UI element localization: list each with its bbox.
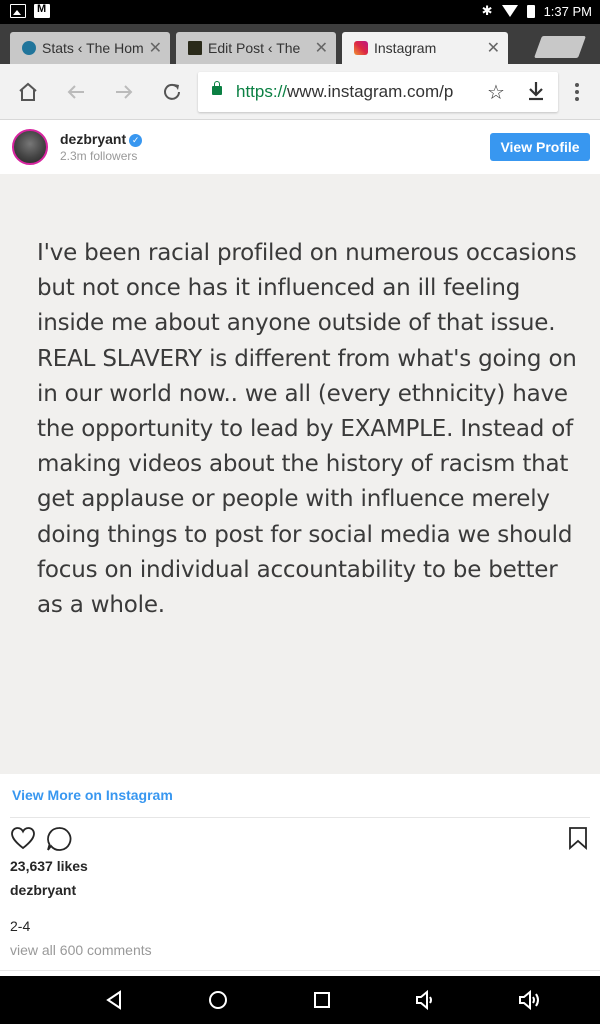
- nav-recents-icon[interactable]: [310, 988, 334, 1012]
- tab-instagram[interactable]: Instagram ✕: [342, 32, 508, 64]
- home-icon[interactable]: [16, 80, 40, 104]
- browser-toolbar: https://www.instagram.com/p ☆: [0, 64, 600, 120]
- more-menu-icon[interactable]: [565, 80, 589, 104]
- instagram-icon: [354, 41, 368, 55]
- gmail-icon: [34, 3, 50, 18]
- reload-icon[interactable]: [160, 80, 184, 104]
- verified-badge-icon: ✓: [129, 134, 143, 147]
- bookmark-star-icon[interactable]: ☆: [484, 80, 508, 105]
- divider: [10, 817, 590, 818]
- follower-count: 2.3m followers: [60, 149, 138, 163]
- back-icon[interactable]: [64, 80, 88, 104]
- site-favicon: [188, 41, 202, 55]
- address-bar[interactable]: https://www.instagram.com/p ☆: [198, 72, 558, 112]
- volume-up-icon[interactable]: [518, 988, 542, 1012]
- wifi-icon: [501, 5, 518, 17]
- tab-title: Instagram: [374, 40, 437, 56]
- username[interactable]: dezbryant: [60, 131, 126, 147]
- forward-icon[interactable]: [112, 80, 136, 104]
- close-icon[interactable]: ✕: [143, 38, 162, 58]
- download-icon[interactable]: [524, 80, 548, 108]
- post-image-text: I've been racial profiled on numerous oc…: [37, 240, 577, 619]
- url-text[interactable]: https://www.instagram.com/p: [236, 82, 476, 102]
- tab-edit-post[interactable]: Edit Post ‹ The ✕: [176, 32, 336, 64]
- bookmark-icon[interactable]: [568, 826, 588, 850]
- view-more-link[interactable]: View More on Instagram: [12, 787, 173, 803]
- view-profile-button[interactable]: View Profile: [490, 133, 590, 161]
- status-bar: ✱ 1:37 PM: [0, 0, 600, 24]
- new-tab-button[interactable]: [533, 36, 587, 58]
- comment-icon[interactable]: [46, 826, 72, 852]
- system-nav-bar: [0, 976, 600, 1024]
- post-header: dezbryant ✓ 2.3m followers View Profile: [0, 120, 600, 174]
- tab-title: Stats ‹ The Hom: [42, 40, 143, 56]
- image-icon: [10, 4, 26, 18]
- nav-home-icon[interactable]: [206, 988, 230, 1012]
- divider: [0, 970, 600, 971]
- tab-strip: Stats ‹ The Hom ✕ Edit Post ‹ The ✕ Inst…: [0, 24, 600, 64]
- post-date: 2-4: [10, 918, 31, 934]
- post-image[interactable]: I've been racial profiled on numerous oc…: [0, 174, 600, 774]
- battery-icon: [526, 4, 535, 18]
- bluetooth-icon: ✱: [481, 3, 493, 18]
- lock-icon: [212, 81, 222, 95]
- nav-back-icon[interactable]: [102, 988, 126, 1012]
- close-icon[interactable]: ✕: [481, 38, 500, 58]
- like-count[interactable]: 23,637 likes: [10, 858, 88, 874]
- tab-title: Edit Post ‹ The: [208, 40, 301, 56]
- tab-stats[interactable]: Stats ‹ The Hom ✕: [10, 32, 170, 64]
- status-time: 1:37 PM: [543, 3, 592, 19]
- view-comments-link[interactable]: view all 600 comments: [10, 942, 152, 958]
- caption-username[interactable]: dezbryant: [10, 882, 76, 898]
- volume-down-icon[interactable]: [414, 988, 438, 1012]
- username-row[interactable]: dezbryant ✓: [60, 131, 143, 147]
- heart-icon[interactable]: [10, 826, 36, 850]
- wordpress-icon: [22, 41, 36, 55]
- close-icon[interactable]: ✕: [309, 38, 328, 58]
- avatar[interactable]: [12, 129, 48, 165]
